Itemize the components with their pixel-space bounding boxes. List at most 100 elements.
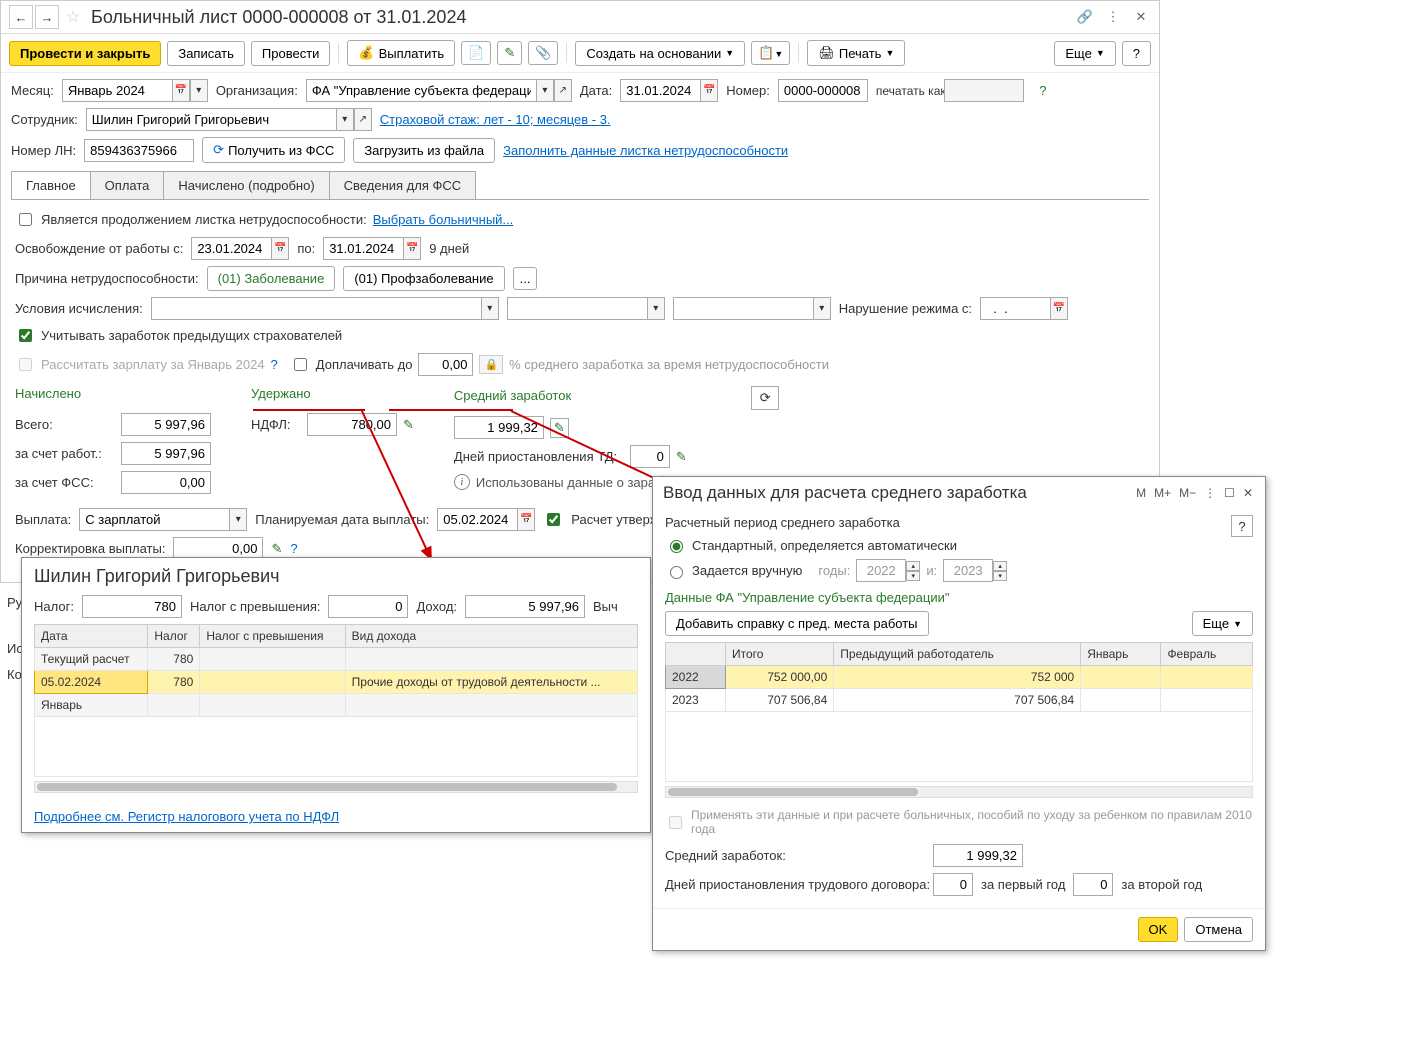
prev-earnings-checkbox[interactable] <box>19 329 32 342</box>
ndfl-input[interactable] <box>307 413 397 436</box>
cond2-input[interactable]: ▾ <box>507 297 665 320</box>
continuation-checkbox[interactable] <box>19 213 32 226</box>
p1-income-input[interactable] <box>465 595 585 618</box>
topup-checkbox[interactable] <box>294 358 307 371</box>
refresh-button[interactable]: ⟳ <box>751 386 779 410</box>
total-input[interactable] <box>121 413 211 436</box>
open-icon[interactable]: ↗ <box>354 108 372 131</box>
tab-fss[interactable]: Сведения для ФСС <box>329 171 476 199</box>
choose-sick-link[interactable]: Выбрать больничный... <box>373 212 514 227</box>
print-button[interactable]: 🖨 Печать ▼ <box>807 40 905 66</box>
m-plus-button[interactable]: M+ <box>1152 486 1173 500</box>
recalc-help[interactable]: ? <box>271 357 278 372</box>
date-to-input[interactable]: 📅 <box>323 237 421 260</box>
pencil-icon[interactable]: ✎ <box>403 417 414 433</box>
approved-checkbox[interactable] <box>547 513 560 526</box>
help-button[interactable]: ? <box>1122 41 1151 66</box>
reason2-button[interactable]: (01) Профзаболевание <box>343 266 504 291</box>
table-row[interactable]: 05.02.2024 780 Прочие доходы от трудовой… <box>35 671 638 694</box>
calendar-icon[interactable]: 📅 <box>403 237 421 260</box>
tab-accrued[interactable]: Начислено (подробно) <box>163 171 329 199</box>
tab-main[interactable]: Главное <box>11 171 91 199</box>
h-scrollbar[interactable] <box>665 786 1253 798</box>
back-button[interactable]: ← <box>9 5 33 29</box>
doc-icon-button[interactable]: 📄 <box>461 41 491 65</box>
attach-icon-button[interactable]: 📎 <box>528 41 558 65</box>
org-input[interactable]: ▾ ↗ <box>306 79 572 102</box>
edit-icon-button[interactable]: ✎ <box>497 41 522 65</box>
reason1-button[interactable]: (01) Заболевание <box>207 266 336 291</box>
table-row[interactable]: Текущий расчет 780 <box>35 648 638 671</box>
employee-input[interactable]: ▾ ↗ <box>86 108 372 131</box>
m-minus-button[interactable]: M− <box>1177 486 1198 500</box>
reason-more-button[interactable]: ... <box>513 267 538 290</box>
table-row[interactable]: 2022 752 000,00 752 000 <box>666 666 1253 689</box>
p1-excess-input[interactable] <box>328 595 408 618</box>
post-close-button[interactable]: Провести и закрыть <box>9 41 161 66</box>
open-icon[interactable]: ↗ <box>554 79 572 102</box>
cond1-input[interactable]: ▾ <box>151 297 499 320</box>
violation-date-input[interactable]: 📅 <box>980 297 1068 320</box>
radio-manual[interactable] <box>670 566 683 579</box>
pencil-icon[interactable]: ✎ <box>271 541 282 557</box>
date-input[interactable]: 📅 <box>620 79 718 102</box>
add-ref-button[interactable]: Добавить справку с пред. места работы <box>665 611 929 636</box>
payment-input[interactable]: ▾ <box>79 508 247 531</box>
fss-input[interactable] <box>121 471 211 494</box>
month-input[interactable]: 📅 ▾ <box>62 79 208 102</box>
more-button[interactable]: Еще ▼ <box>1054 41 1115 66</box>
maximize-icon[interactable]: ☐ <box>1222 486 1237 500</box>
table-row[interactable]: 2023 707 506,84 707 506,84 <box>666 689 1253 712</box>
correction-help[interactable]: ? <box>290 541 297 556</box>
date-from-input[interactable]: 📅 <box>191 237 289 260</box>
p1-tax-input[interactable] <box>82 595 182 618</box>
p2-suspend1-input[interactable] <box>933 873 973 896</box>
calendar-icon[interactable]: 📅 <box>271 237 289 260</box>
p2-help-button[interactable]: ? <box>1231 515 1253 537</box>
create-based-button[interactable]: Создать на основании ▼ <box>575 41 745 66</box>
p2-avg-input[interactable] <box>933 844 1023 867</box>
pencil-icon[interactable]: ✎ <box>676 449 687 465</box>
copy-icon-button[interactable]: 📋▼ <box>751 41 790 65</box>
menu-icon[interactable]: ⋮ <box>1103 7 1123 27</box>
spin-icon[interactable]: ▾ <box>190 79 208 102</box>
fill-link[interactable]: Заполнить данные листка нетрудоспособнос… <box>503 143 788 158</box>
calendar-icon[interactable]: 📅 <box>1050 297 1068 320</box>
p2-more-button[interactable]: Еще ▼ <box>1192 611 1253 636</box>
m-button[interactable]: M <box>1134 486 1148 500</box>
post-button[interactable]: Провести <box>251 41 331 66</box>
save-button[interactable]: Записать <box>167 41 245 66</box>
p1-footer-link[interactable]: Подробнее см. Регистр налогового учета п… <box>34 809 339 824</box>
pencil-box-icon[interactable]: ✎ <box>550 418 569 438</box>
cond3-input[interactable]: ▾ <box>673 297 831 320</box>
h-scrollbar[interactable] <box>34 781 638 793</box>
employer-input[interactable] <box>121 442 211 465</box>
suspend-input[interactable] <box>630 445 670 468</box>
p2-suspend2-input[interactable] <box>1073 873 1113 896</box>
avg-input[interactable] <box>454 416 544 439</box>
number-input[interactable] <box>778 79 868 102</box>
close-icon[interactable]: ✕ <box>1241 486 1255 500</box>
topup-input[interactable] <box>418 353 473 376</box>
close-icon[interactable]: ✕ <box>1131 7 1151 27</box>
forward-button[interactable]: → <box>35 5 59 29</box>
cancel-button[interactable]: Отмена <box>1184 917 1253 942</box>
get-fss-button[interactable]: ⟳ Получить из ФСС <box>202 137 345 163</box>
help-icon[interactable]: ? <box>1032 80 1054 102</box>
load-file-button[interactable]: Загрузить из файла <box>353 138 495 163</box>
tab-payment[interactable]: Оплата <box>90 171 165 199</box>
radio-auto[interactable] <box>670 540 683 553</box>
calendar-icon[interactable]: 📅 <box>517 508 535 531</box>
calendar-icon[interactable]: 📅 <box>700 79 718 102</box>
ok-button[interactable]: OK <box>1138 917 1179 942</box>
link-icon[interactable]: 🔗 <box>1075 7 1095 27</box>
plan-date-input[interactable]: 📅 <box>437 508 535 531</box>
popup-menu-icon[interactable]: ⋮ <box>1202 486 1218 500</box>
pay-button[interactable]: 💰Выплатить <box>347 40 455 66</box>
ln-input[interactable] <box>84 139 194 162</box>
year2-input[interactable]: ▴▾ <box>943 559 1007 582</box>
insurance-link[interactable]: Страховой стаж: лет - 10; месяцев - 3. <box>380 112 611 127</box>
year1-input[interactable]: ▴▾ <box>856 559 920 582</box>
favorite-icon[interactable]: ☆ <box>61 5 85 29</box>
calendar-icon[interactable]: 📅 <box>172 79 190 102</box>
